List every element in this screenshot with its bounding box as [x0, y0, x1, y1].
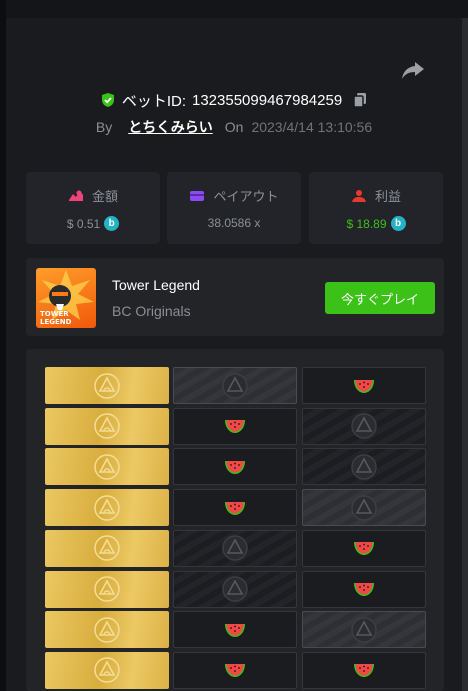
amount-label: 金額 [91, 189, 118, 204]
tile-watermelon [302, 367, 426, 404]
tower-emblem-icon [222, 535, 248, 562]
profit-card: 利益 $ 18.89 b [309, 172, 443, 244]
watermelon-icon [225, 501, 245, 515]
tower-emblem-icon [351, 494, 377, 521]
tower-emblem-icon [94, 657, 120, 684]
tile-revealed-empty [173, 367, 297, 404]
watermelon-icon [225, 460, 245, 474]
amount-card: 金額 $ 0.51 b [26, 172, 160, 244]
tower-emblem-icon [94, 616, 120, 643]
payout-value: 38.0586 x [207, 216, 261, 230]
play-now-button[interactable]: 今すぐプレイ [325, 282, 435, 314]
tile-watermelon [173, 448, 297, 486]
tile-watermelon [302, 529, 426, 567]
tile-gold [45, 651, 169, 689]
watermelon-icon [225, 623, 245, 637]
share-icon[interactable] [401, 60, 425, 80]
watermelon-icon [225, 420, 245, 434]
watermelon-icon [354, 583, 374, 596]
game-thumbnail[interactable]: TOWER LEGEND [36, 268, 96, 328]
copy-icon[interactable] [352, 92, 368, 108]
tile-watermelon [173, 651, 297, 689]
tower-legend-logo: TOWER LEGEND [38, 270, 94, 326]
tower-emblem-icon [94, 535, 120, 562]
top-strip [0, 0, 468, 18]
tile-revealed-empty [302, 611, 426, 649]
tile-gold [45, 570, 169, 608]
bet-meta-row: By とちくみらい On 2023/4/14 13:10:56 [0, 116, 468, 138]
coin-icon: b [104, 216, 120, 231]
tile-empty [173, 529, 297, 567]
profit-icon [351, 189, 366, 202]
on-label: On [224, 119, 244, 135]
tile-gold [45, 489, 169, 527]
tile-revealed-empty [302, 489, 426, 527]
tile-watermelon [173, 489, 297, 527]
money-icon [68, 190, 83, 201]
tower-emblem-icon [94, 494, 120, 521]
tower-emblem-icon [222, 372, 248, 399]
profit-label: 利益 [374, 189, 401, 204]
tile-watermelon [302, 651, 426, 689]
tower-emblem-icon [94, 372, 120, 399]
amount-value: $ 0.51 [66, 216, 101, 231]
tower-emblem-icon [222, 576, 248, 602]
payout-card: ペイアウト 38.0586 x [167, 172, 301, 244]
tower-emblem-icon [351, 454, 377, 480]
watermelon-icon [354, 664, 374, 678]
watermelon-icon [354, 379, 374, 393]
tile-gold [45, 448, 169, 486]
watermelon-icon [225, 664, 245, 678]
bet-id-value: 132355099467984259 [192, 91, 343, 109]
by-label: By [95, 119, 113, 135]
tower-emblem-icon [94, 413, 120, 439]
coin-icon: b [390, 216, 406, 231]
tile-gold [45, 367, 169, 404]
tile-gold [45, 529, 169, 567]
tower-emblem-icon [94, 454, 120, 480]
game-board [26, 349, 444, 691]
tower-emblem-icon [351, 413, 377, 439]
bet-id-row: ベットID: 132355099467984259 [0, 88, 468, 112]
tower-emblem-icon [94, 576, 120, 602]
tile-empty [302, 448, 426, 486]
game-card: TOWER LEGEND Tower Legend BC Originals 今… [26, 258, 444, 336]
bet-date: 2023/4/14 13:10:56 [251, 119, 373, 135]
bet-id-label: ベットID: [121, 92, 186, 110]
payout-label: ペイアウト [213, 189, 279, 204]
tile-empty [302, 407, 426, 445]
logo-text-2: LEGEND [40, 318, 72, 326]
logo-text-1: TOWER [40, 310, 69, 318]
tile-watermelon [173, 407, 297, 445]
profit-value: $ 18.89 [346, 216, 387, 231]
watermelon-icon [354, 542, 374, 556]
tile-gold [45, 407, 169, 445]
tile-gold [45, 611, 169, 649]
user-link[interactable]: とちくみらい [128, 117, 213, 137]
tile-watermelon [173, 611, 297, 649]
card-icon [190, 190, 205, 201]
game-title[interactable]: Tower Legend [112, 277, 200, 293]
verified-shield-icon [101, 93, 114, 107]
tower-emblem-icon [351, 616, 377, 643]
tile-watermelon [302, 570, 426, 608]
game-provider: BC Originals [112, 303, 191, 319]
tile-empty [173, 570, 297, 608]
